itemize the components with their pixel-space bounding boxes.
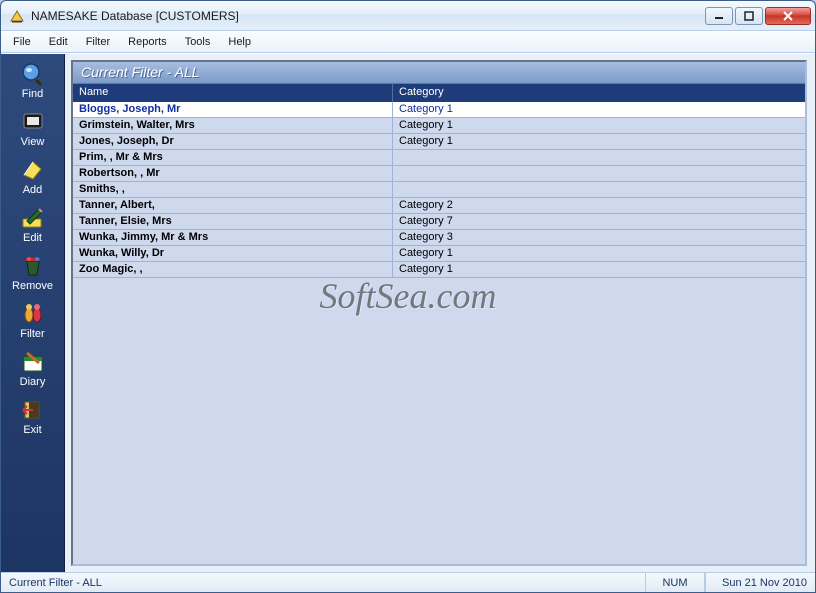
table-row[interactable]: Wunka, Jimmy, Mr & MrsCategory 3 xyxy=(73,230,805,246)
status-numlock: NUM xyxy=(645,573,705,592)
minimize-button[interactable] xyxy=(705,7,733,25)
column-name[interactable]: Name xyxy=(73,84,393,102)
menu-tools[interactable]: Tools xyxy=(177,34,219,50)
exit-icon xyxy=(17,396,49,424)
app-window: NAMESAKE Database [CUSTOMERS] File Edit … xyxy=(0,0,816,593)
cell-name: Jones, Joseph, Dr xyxy=(73,134,393,149)
menu-reports[interactable]: Reports xyxy=(120,34,175,50)
cell-category xyxy=(393,150,805,165)
close-button[interactable] xyxy=(765,7,811,25)
sidebar-item-label: Diary xyxy=(20,376,46,388)
cell-name: Bloggs, Joseph, Mr xyxy=(73,102,393,117)
sidebar-item-label: Remove xyxy=(12,280,53,292)
table-row[interactable]: Robertson, , Mr xyxy=(73,166,805,182)
cell-name: Tanner, Elsie, Mrs xyxy=(73,214,393,229)
filter-icon xyxy=(17,300,49,328)
table-row[interactable]: Jones, Joseph, DrCategory 1 xyxy=(73,134,805,150)
cell-name: Prim, , Mr & Mrs xyxy=(73,150,393,165)
sidebar-item-label: Add xyxy=(23,184,43,196)
diary-icon xyxy=(17,348,49,376)
sidebar-diary[interactable]: Diary xyxy=(4,346,62,392)
cell-name: Tanner, Albert, xyxy=(73,198,393,213)
table-row[interactable]: Wunka, Willy, DrCategory 1 xyxy=(73,246,805,262)
window-controls xyxy=(705,7,811,25)
data-grid: Name Category Bloggs, Joseph, MrCategory… xyxy=(73,84,805,564)
sidebar-find[interactable]: Find xyxy=(4,58,62,104)
data-panel: Current Filter - ALL Name Category Blogg… xyxy=(71,60,807,566)
cell-category: Category 7 xyxy=(393,214,805,229)
maximize-button[interactable] xyxy=(735,7,763,25)
filter-header: Current Filter - ALL xyxy=(73,62,805,84)
sidebar-item-label: Edit xyxy=(23,232,42,244)
cell-category: Category 1 xyxy=(393,102,805,117)
menu-help[interactable]: Help xyxy=(220,34,259,50)
cell-name: Wunka, Willy, Dr xyxy=(73,246,393,261)
cell-category xyxy=(393,166,805,181)
cell-name: Robertson, , Mr xyxy=(73,166,393,181)
table-row[interactable]: Tanner, Elsie, MrsCategory 7 xyxy=(73,214,805,230)
menu-filter[interactable]: Filter xyxy=(78,34,118,50)
sidebar-exit[interactable]: Exit xyxy=(4,394,62,440)
cell-category: Category 1 xyxy=(393,134,805,149)
cell-category: Category 1 xyxy=(393,246,805,261)
cell-category xyxy=(393,182,805,197)
remove-icon xyxy=(17,252,49,280)
sidebar-item-label: View xyxy=(21,136,45,148)
cell-name: Zoo Magic, , xyxy=(73,262,393,277)
edit-icon xyxy=(17,204,49,232)
sidebar: Find View Add Edit xyxy=(1,54,65,572)
sidebar-view[interactable]: View xyxy=(4,106,62,152)
grid-body[interactable]: Bloggs, Joseph, MrCategory 1Grimstein, W… xyxy=(73,102,805,564)
table-row[interactable]: Prim, , Mr & Mrs xyxy=(73,150,805,166)
main-panel: Current Filter - ALL Name Category Blogg… xyxy=(65,54,815,572)
menu-file[interactable]: File xyxy=(5,34,39,50)
sidebar-add[interactable]: Add xyxy=(4,154,62,200)
grid-header: Name Category xyxy=(73,84,805,102)
table-row[interactable]: Tanner, Albert,Category 2 xyxy=(73,198,805,214)
status-filter: Current Filter - ALL xyxy=(1,573,645,592)
sidebar-item-label: Exit xyxy=(23,424,41,436)
table-row[interactable]: Grimstein, Walter, MrsCategory 1 xyxy=(73,118,805,134)
window-title: NAMESAKE Database [CUSTOMERS] xyxy=(31,9,239,23)
add-icon xyxy=(17,156,49,184)
cell-category: Category 1 xyxy=(393,118,805,133)
menu-edit[interactable]: Edit xyxy=(41,34,76,50)
app-icon xyxy=(9,8,25,24)
cell-name: Smiths, , xyxy=(73,182,393,197)
sidebar-remove[interactable]: Remove xyxy=(4,250,62,296)
status-date: Sun 21 Nov 2010 xyxy=(705,573,815,592)
titlebar[interactable]: NAMESAKE Database [CUSTOMERS] xyxy=(1,1,815,31)
cell-name: Wunka, Jimmy, Mr & Mrs xyxy=(73,230,393,245)
table-row[interactable]: Zoo Magic, ,Category 1 xyxy=(73,262,805,278)
cell-name: Grimstein, Walter, Mrs xyxy=(73,118,393,133)
menubar: File Edit Filter Reports Tools Help xyxy=(1,31,815,53)
sidebar-filter[interactable]: Filter xyxy=(4,298,62,344)
cell-category: Category 1 xyxy=(393,262,805,277)
cell-category: Category 3 xyxy=(393,230,805,245)
body-area: Find View Add Edit xyxy=(1,53,815,572)
column-category[interactable]: Category xyxy=(393,84,805,102)
sidebar-item-label: Find xyxy=(22,88,43,100)
cell-category: Category 2 xyxy=(393,198,805,213)
sidebar-item-label: Filter xyxy=(20,328,44,340)
sidebar-edit[interactable]: Edit xyxy=(4,202,62,248)
find-icon xyxy=(17,60,49,88)
statusbar: Current Filter - ALL NUM Sun 21 Nov 2010 xyxy=(1,572,815,592)
table-row[interactable]: Bloggs, Joseph, MrCategory 1 xyxy=(73,102,805,118)
table-row[interactable]: Smiths, , xyxy=(73,182,805,198)
view-icon xyxy=(17,108,49,136)
